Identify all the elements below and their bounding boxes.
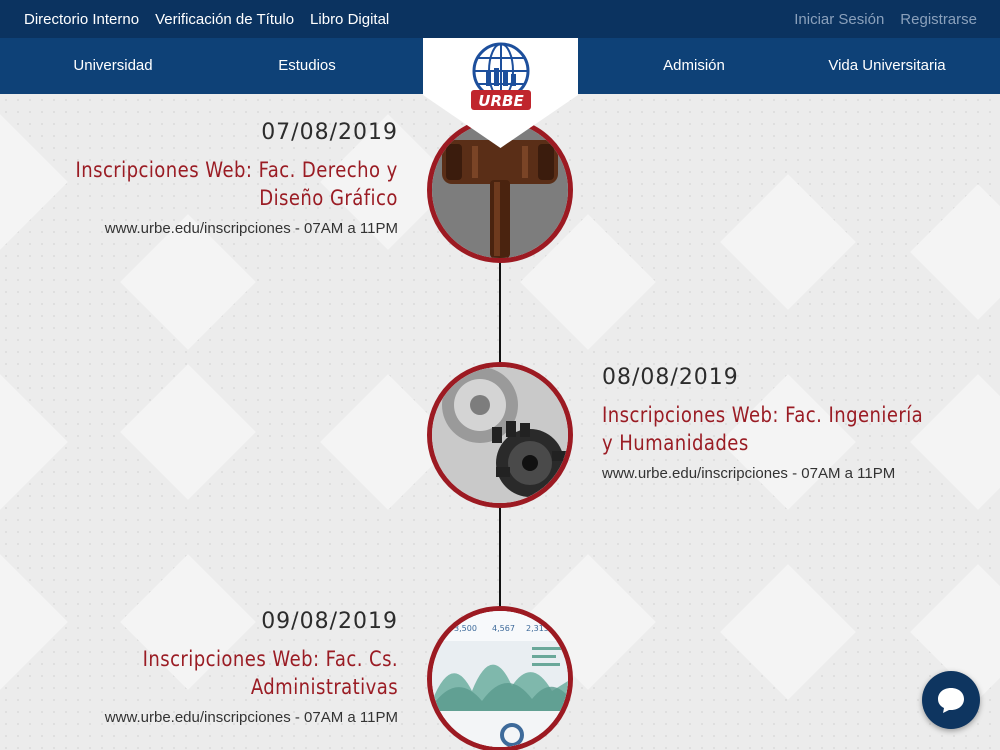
urbe-logo: URBE xyxy=(471,42,531,110)
chat-button[interactable] xyxy=(922,671,980,729)
nav-vida-universitaria[interactable]: Vida Universitaria xyxy=(828,57,945,74)
timeline-connector xyxy=(499,258,501,366)
event-date: 07/08/2019 xyxy=(261,120,398,145)
timeline-connector xyxy=(499,503,501,611)
event-info: www.urbe.edu/inscripciones - 07AM a 11PM xyxy=(602,465,896,482)
nav-admision[interactable]: Admisión xyxy=(663,57,725,74)
event-info: www.urbe.edu/inscripciones - 07AM a 11PM xyxy=(104,220,398,237)
event-title[interactable]: Inscripciones Web: Fac. Derecho y Diseño… xyxy=(76,156,398,212)
link-verificacion-titulo[interactable]: Verificación de Título xyxy=(155,11,294,28)
timeline-event: 08/08/2019 Inscripciones Web: Fac. Ingen… xyxy=(602,365,975,482)
event-date: 08/08/2019 xyxy=(602,365,739,390)
top-links: Directorio Interno Verificación de Títul… xyxy=(24,11,389,28)
timeline-event: 07/08/2019 Inscripciones Web: Fac. Derec… xyxy=(23,120,398,237)
event-info: www.urbe.edu/inscripciones - 07AM a 11PM xyxy=(104,709,398,726)
event-date: 09/08/2019 xyxy=(261,609,398,634)
login-link[interactable]: Iniciar Sesión xyxy=(794,11,884,28)
timeline-image-analytics: 3,500 4,567 2,315 xyxy=(427,606,573,750)
link-directorio-interno[interactable]: Directorio Interno xyxy=(24,11,139,28)
event-title[interactable]: Inscripciones Web: Fac. Ingeniería y Hum… xyxy=(602,401,923,457)
nav-estudios[interactable]: Estudios xyxy=(278,57,336,74)
nav-universidad[interactable]: Universidad xyxy=(73,57,152,74)
chat-bubble-icon xyxy=(938,688,964,713)
logo-text: URBE xyxy=(478,92,524,110)
top-bar: Directorio Interno Verificación de Títul… xyxy=(0,0,1000,38)
timeline-image-gears xyxy=(427,362,573,508)
stat-value: 3,500 xyxy=(454,624,477,633)
event-title[interactable]: Inscripciones Web: Fac. Cs. Administrati… xyxy=(142,645,398,701)
auth-links: Iniciar Sesión Registrarse xyxy=(794,11,977,28)
link-libro-digital[interactable]: Libro Digital xyxy=(310,11,389,28)
stat-value: 2,315 xyxy=(526,624,549,633)
timeline-event: 09/08/2019 Inscripciones Web: Fac. Cs. A… xyxy=(101,609,398,726)
stat-value: 4,567 xyxy=(492,624,515,633)
analytics-image: 3,500 4,567 2,315 xyxy=(432,611,568,747)
register-link[interactable]: Registrarse xyxy=(900,11,977,28)
gears-image xyxy=(432,367,568,503)
